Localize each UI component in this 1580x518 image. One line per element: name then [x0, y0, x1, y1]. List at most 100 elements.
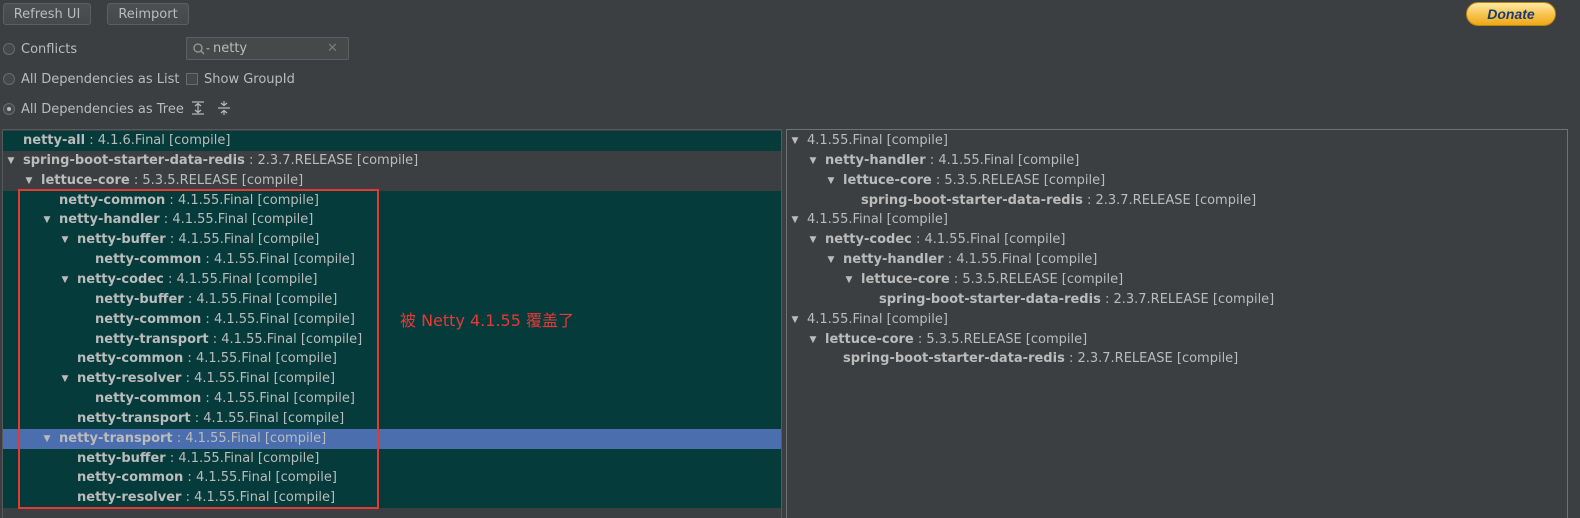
expand-toggle-icon[interactable]: ▼	[789, 131, 801, 151]
expand-all-icon[interactable]	[190, 100, 206, 116]
expand-toggle-icon[interactable]: ▼	[825, 250, 837, 270]
tree-node-label: netty-common : 4.1.55.Final [compile]	[95, 252, 355, 268]
tree-row[interactable]: ▼ lettuce-core : 5.3.5.RELEASE [compile]	[3, 171, 781, 191]
expand-toggle-icon[interactable]: ▼	[59, 369, 71, 389]
tree-row[interactable]: netty-common : 4.1.55.Final [compile]	[3, 190, 781, 211]
artifact-version: 4.1.55.Final [compile]	[213, 311, 355, 327]
tree-row[interactable]: ▼ netty-resolver : 4.1.55.Final [compile]	[3, 369, 781, 390]
collapse-all-icon[interactable]	[216, 100, 232, 116]
tree-row[interactable]: ▼ netty-handler : 4.1.55.Final [compile]	[3, 210, 781, 231]
tree-row[interactable]: netty-common : 4.1.55.Final [compile]	[3, 250, 781, 271]
expand-toggle-icon[interactable]: ▼	[59, 270, 71, 290]
artifact-version: 2.3.7.RELEASE [compile]	[1095, 192, 1257, 208]
tree-node-label: netty-handler : 4.1.55.Final [compile]	[825, 152, 1080, 168]
reimport-button[interactable]: Reimport	[107, 3, 189, 25]
artifact-name: netty-common	[95, 391, 202, 407]
show-groupid-checkbox-row[interactable]: Show GroupId	[186, 70, 295, 88]
dependency-tree-panel[interactable]: netty-all : 4.1.6.Final [compile] ▼ spring…	[2, 129, 782, 518]
expand-toggle-icon[interactable]: ▼	[843, 270, 855, 290]
tree-row[interactable]: ▼ 4.1.55.Final [compile]	[787, 210, 1567, 230]
tree-node-label: netty-common : 4.1.55.Final [compile]	[95, 391, 355, 407]
tree-node-label: lettuce-core : 5.3.5.RELEASE [compile]	[843, 172, 1106, 188]
expand-toggle-icon[interactable]: ▼	[59, 230, 71, 250]
tree-row[interactable]: spring-boot-starter-data-redis : 2.3.7.R…	[787, 191, 1567, 211]
artifact-version: 4.1.55.Final [compile]	[195, 351, 337, 367]
artifact-name: netty-codec	[825, 232, 912, 248]
tree-row[interactable]: ▼ netty-codec : 4.1.55.Final [compile]	[787, 230, 1567, 250]
tree-node-label: netty-codec : 4.1.55.Final [compile]	[77, 271, 318, 287]
artifact-name: netty-resolver	[77, 371, 182, 387]
artifact-name: netty-handler	[59, 212, 160, 228]
tree-row[interactable]: spring-boot-starter-data-redis : 2.3.7.R…	[787, 349, 1567, 369]
expand-toggle-icon[interactable]: ▼	[41, 429, 53, 449]
show-groupid-label: Show GroupId	[204, 71, 295, 87]
tree-row[interactable]: netty-common : 4.1.55.Final [compile]	[3, 389, 781, 410]
show-groupid-checkbox[interactable]	[186, 73, 198, 85]
expand-toggle-icon[interactable]: ▼	[807, 330, 819, 350]
tree-row[interactable]: ▼ netty-handler : 4.1.55.Final [compile]	[787, 250, 1567, 270]
tree-row[interactable]: ▼ 4.1.55.Final [compile]	[787, 131, 1567, 151]
tree-node-label: netty-buffer : 4.1.55.Final [compile]	[95, 291, 338, 307]
artifact-version: 4.1.55.Final [compile]	[203, 410, 345, 426]
search-field[interactable]: ✕	[186, 37, 349, 60]
clear-search-icon[interactable]: ✕	[327, 41, 338, 56]
artifact-version: 2.3.7.RELEASE [compile]	[1077, 351, 1239, 367]
artifact-name: netty-all	[23, 133, 86, 148]
expand-toggle-icon[interactable]: ▼	[807, 151, 819, 171]
tree-row[interactable]: ▼ lettuce-core : 5.3.5.RELEASE [compile]	[787, 270, 1567, 290]
radio-tree-indicator[interactable]	[3, 103, 15, 115]
radio-tree[interactable]: All Dependencies as Tree	[3, 100, 184, 118]
tree-node-label: netty-buffer : 4.1.55.Final [compile]	[77, 450, 320, 466]
expand-toggle-icon[interactable]: ▼	[825, 171, 837, 191]
tree-node-label: netty-transport : 4.1.55.Final [compile]	[77, 410, 345, 426]
artifact-name: netty-common	[77, 351, 184, 367]
artifact-version: 4.1.55.Final [compile]	[213, 252, 355, 268]
radio-list-indicator[interactable]	[3, 73, 15, 85]
artifact-name: lettuce-core	[861, 271, 950, 287]
expand-toggle-icon[interactable]: ▼	[789, 210, 801, 230]
expand-toggle-icon[interactable]: ▼	[23, 171, 35, 191]
tree-row[interactable]: ▼ spring-boot-starter-data-redis : 2.3.7.…	[3, 151, 781, 171]
tree-row[interactable]: netty-buffer : 4.1.55.Final [compile]	[3, 289, 781, 310]
tree-row[interactable]: netty-resolver : 4.1.55.Final [compile]	[3, 488, 781, 509]
artifact-name: spring-boot-starter-data-redis	[861, 192, 1083, 208]
search-icon[interactable]	[191, 40, 213, 58]
artifact-version: 4.1.55.Final [compile]	[807, 133, 948, 148]
tree-row[interactable]: ▼ netty-codec : 4.1.55.Final [compile]	[3, 269, 781, 290]
artifact-version: 5.3.5.RELEASE [compile]	[944, 172, 1106, 188]
artifact-name: netty-transport	[59, 430, 173, 446]
radio-conflicts[interactable]: Conflicts	[3, 40, 77, 58]
artifact-name: netty-codec	[77, 271, 164, 287]
expand-toggle-icon[interactable]: ▼	[41, 210, 53, 230]
radio-conflicts-indicator[interactable]	[3, 43, 15, 55]
tree-row[interactable]: netty-buffer : 4.1.55.Final [compile]	[3, 448, 781, 469]
tree-node-label: netty-common : 4.1.55.Final [compile]	[95, 311, 355, 327]
artifact-name: lettuce-core	[843, 172, 932, 188]
tree-row[interactable]: netty-common : 4.1.55.Final [compile]	[3, 468, 781, 489]
expand-toggle-icon[interactable]: ▼	[789, 310, 801, 330]
tree-row[interactable]: ▼ 4.1.55.Final [compile]	[787, 310, 1567, 330]
tree-row[interactable]: ▼ lettuce-core : 5.3.5.RELEASE [compile]	[787, 171, 1567, 191]
tree-row[interactable]: ▼ netty-transport : 4.1.55.Final [compile…	[3, 428, 781, 449]
radio-list[interactable]: All Dependencies as List	[3, 70, 180, 88]
tree-row[interactable]: netty-common : 4.1.55.Final [compile]	[3, 309, 781, 330]
search-input[interactable]	[213, 41, 323, 56]
artifact-version: 4.1.55.Final [compile]	[178, 232, 320, 248]
donate-button[interactable]: Donate	[1466, 2, 1556, 26]
tree-row[interactable]: ▼ netty-handler : 4.1.55.Final [compile]	[787, 151, 1567, 171]
tree-row[interactable]: spring-boot-starter-data-redis : 2.3.7.R…	[787, 290, 1567, 310]
artifact-name: netty-buffer	[95, 291, 184, 307]
tree-row[interactable]: netty-common : 4.1.55.Final [compile]	[3, 349, 781, 370]
expand-toggle-icon[interactable]: ▼	[5, 151, 17, 171]
tree-row[interactable]: netty-transport : 4.1.55.Final [compile]	[3, 408, 781, 429]
tree-row[interactable]: ▼ lettuce-core : 5.3.5.RELEASE [compile]	[787, 330, 1567, 350]
refresh-ui-button[interactable]: Refresh UI	[3, 3, 91, 25]
tree-row[interactable]: netty-transport : 4.1.55.Final [compile]	[3, 329, 781, 350]
expand-toggle-icon[interactable]: ▼	[807, 230, 819, 250]
usage-tree-panel[interactable]: ▼ 4.1.55.Final [compile] ▼ netty-handler : …	[786, 129, 1568, 518]
tree-row[interactable]: ▼ netty-buffer : 4.1.55.Final [compile]	[3, 230, 781, 251]
artifact-name: netty-resolver	[77, 490, 182, 506]
tree-row[interactable]: netty-all : 4.1.6.Final [compile]	[3, 131, 781, 151]
radio-conflicts-label: Conflicts	[21, 41, 78, 57]
artifact-version: 5.3.5.RELEASE [compile]	[926, 331, 1088, 347]
